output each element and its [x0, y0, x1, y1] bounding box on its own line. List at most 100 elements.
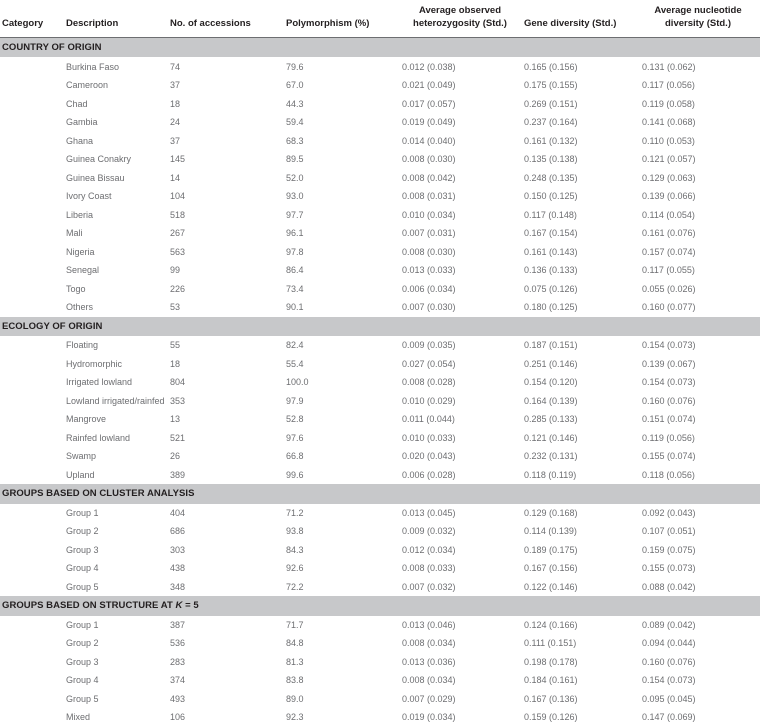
table-row: Gambia 24 59.4 0.019 (0.049) 0.237 (0.164) 0.…: [0, 113, 760, 132]
cell-polymorphism: 52.8: [286, 414, 304, 425]
cell-nucleotide-diversity: 0.089 (0.042): [642, 619, 696, 630]
cell-heterozygosity: 0.010 (0.029): [402, 395, 456, 406]
cell-accessions: 26: [170, 451, 181, 462]
cell-nucleotide-diversity: 0.129 (0.063): [642, 172, 696, 183]
column-header-nucleotide-diversity: Average nucleotide diversity (Std.): [642, 0, 760, 39]
cell-nucleotide-diversity: 0.088 (0.042): [642, 581, 696, 592]
table-row: Group 4 374 83.8 0.008 (0.034) 0.184 (0.161)…: [0, 671, 760, 690]
cell-category: [0, 57, 66, 76]
cell-gene-diversity: 0.251 (0.146): [524, 358, 578, 369]
cell-heterozygosity: 0.008 (0.034): [402, 638, 456, 649]
cell-polymorphism: 68.3: [286, 135, 304, 146]
cell-category: [0, 504, 66, 523]
cell-heterozygosity: 0.019 (0.034): [402, 712, 456, 723]
cell-polymorphism: 81.3: [286, 656, 304, 667]
cell-category: [0, 206, 66, 225]
cell-category: [0, 616, 66, 635]
cell-accessions: 493: [170, 693, 186, 704]
cell-nucleotide-diversity: 0.119 (0.058): [642, 98, 695, 109]
table-row: Group 2 686 93.8 0.009 (0.032) 0.114 (0.139)…: [0, 522, 760, 541]
cell-gene-diversity: 0.269 (0.151): [524, 98, 578, 109]
cell-gene-diversity: 0.164 (0.139): [524, 395, 578, 406]
cell-accessions: 438: [170, 563, 186, 574]
section-header-row: GROUPS BASED ON STRUCTURE AT K = 5: [0, 596, 760, 616]
cell-polymorphism: 73.4: [286, 283, 304, 294]
cell-description: Ghana: [66, 135, 94, 146]
column-header-nucleotide-diversity-line: diversity (Std.): [665, 17, 731, 29]
cell-description: Guinea Bissau: [66, 172, 125, 183]
cell-heterozygosity: 0.007 (0.030): [402, 302, 456, 313]
section-title: GROUPS BASED ON STRUCTURE AT K = 5: [0, 596, 760, 616]
cell-description: Group 3: [66, 656, 99, 667]
cell-nucleotide-diversity: 0.092 (0.043): [642, 507, 696, 518]
cell-accessions: 145: [170, 154, 186, 165]
cell-gene-diversity: 0.075 (0.126): [524, 283, 578, 294]
cell-heterozygosity: 0.008 (0.033): [402, 563, 456, 574]
cell-heterozygosity: 0.007 (0.029): [402, 693, 456, 704]
cell-polymorphism: 97.9: [286, 395, 304, 406]
table-row: Hydromorphic 18 55.4 0.027 (0.054) 0.251 (0.…: [0, 355, 760, 374]
cell-accessions: 37: [170, 80, 181, 91]
cell-gene-diversity: 0.198 (0.178): [524, 656, 578, 667]
cell-polymorphism: 86.4: [286, 265, 304, 276]
cell-polymorphism: 100.0: [286, 377, 309, 388]
table-row: Liberia 518 97.7 0.010 (0.034) 0.117 (0.148)…: [0, 206, 760, 225]
cell-heterozygosity: 0.008 (0.031): [402, 191, 456, 202]
cell-category: [0, 76, 66, 95]
cell-description: Burkina Faso: [66, 61, 120, 72]
cell-nucleotide-diversity: 0.155 (0.073): [642, 563, 696, 574]
cell-category: [0, 243, 66, 262]
cell-polymorphism: 84.3: [286, 544, 304, 555]
cell-accessions: 226: [170, 283, 186, 294]
cell-category: [0, 336, 66, 355]
cell-polymorphism: 97.8: [286, 246, 304, 257]
cell-category: [0, 169, 66, 188]
cell-category: [0, 261, 66, 280]
cell-description: Mali: [66, 228, 83, 239]
cell-gene-diversity: 0.136 (0.133): [524, 265, 578, 276]
table-body: COUNTRY OF ORIGIN Burkina Faso 74 79.6 0.01…: [0, 37, 760, 727]
cell-nucleotide-diversity: 0.160 (0.076): [642, 656, 696, 667]
cell-accessions: 521: [170, 432, 186, 443]
cell-accessions: 353: [170, 395, 186, 406]
cell-nucleotide-diversity: 0.155 (0.074): [642, 451, 696, 462]
cell-description: Group 5: [66, 693, 99, 704]
cell-gene-diversity: 0.118 (0.119): [524, 469, 577, 480]
cell-heterozygosity: 0.017 (0.057): [402, 98, 456, 109]
cell-description: Group 3: [66, 544, 99, 555]
cell-heterozygosity: 0.009 (0.032): [402, 526, 456, 537]
cell-accessions: 13: [170, 414, 181, 425]
cell-heterozygosity: 0.008 (0.030): [402, 154, 456, 165]
cell-nucleotide-diversity: 0.139 (0.067): [642, 358, 696, 369]
cell-accessions: 303: [170, 544, 186, 555]
section-title-parameter-k: K: [175, 600, 183, 612]
table-row: Togo 226 73.4 0.006 (0.034) 0.075 (0.126) 0.0…: [0, 280, 760, 299]
cell-nucleotide-diversity: 0.151 (0.074): [642, 414, 696, 425]
cell-category: [0, 298, 66, 317]
cell-description: Group 2: [66, 526, 99, 537]
cell-polymorphism: 97.7: [286, 209, 304, 220]
cell-gene-diversity: 0.161 (0.143): [524, 246, 578, 257]
column-header-gene-diversity-line: Gene diversity (Std.): [524, 17, 617, 29]
cell-category: [0, 373, 66, 392]
cell-accessions: 74: [170, 61, 181, 72]
cell-nucleotide-diversity: 0.055 (0.026): [642, 283, 696, 294]
cell-heterozygosity: 0.008 (0.042): [402, 172, 456, 183]
column-header-gene-diversity: Gene diversity (Std.): [524, 0, 642, 39]
cell-polymorphism: 67.0: [286, 80, 304, 91]
cell-accessions: 106: [170, 712, 186, 723]
cell-description: Mixed: [66, 712, 91, 723]
cell-polymorphism: 72.2: [286, 581, 304, 592]
table-row: Upland 389 99.6 0.006 (0.028) 0.118 (0.119) 0…: [0, 466, 760, 485]
cell-gene-diversity: 0.150 (0.125): [524, 191, 578, 202]
column-header-description: Description: [66, 0, 170, 39]
cell-category: [0, 355, 66, 374]
column-header-description-line: Description: [66, 17, 119, 29]
column-header-heterozygosity-line: Average observed: [418, 5, 502, 16]
section-title: ECOLOGY OF ORIGIN: [0, 316, 760, 337]
cell-gene-diversity: 0.184 (0.161): [524, 675, 578, 686]
cell-description: Guinea Conakry: [66, 154, 132, 165]
cell-gene-diversity: 0.124 (0.166): [524, 619, 578, 630]
cell-gene-diversity: 0.167 (0.156): [524, 563, 578, 574]
column-header-nucleotide-diversity-line: Average nucleotide: [654, 5, 742, 16]
